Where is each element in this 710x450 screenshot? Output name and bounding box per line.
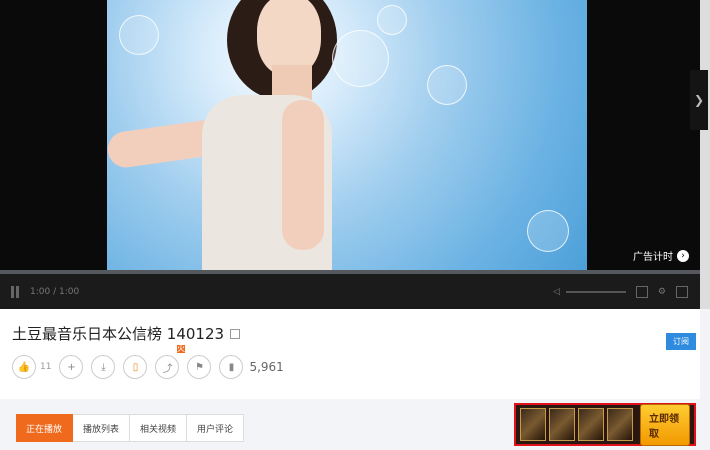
settings-icon[interactable]: ⚙ bbox=[658, 287, 666, 297]
ad-timer-watermark: 广告计时 › bbox=[633, 248, 689, 263]
like-count: 11 bbox=[40, 362, 52, 372]
video-info-panel: 土豆最音乐日本公信榜 140123 👍 11 + ⤓ ▯ ⤴ ⚑ ▮ 5,961… bbox=[0, 309, 700, 399]
tab-comments[interactable]: 用户评论 bbox=[187, 414, 245, 442]
video-title: 土豆最音乐日本公信榜 140123 bbox=[12, 325, 225, 343]
ad-image bbox=[549, 408, 575, 441]
content-tabs: 正在播放 播放列表 相关视频 用户评论 bbox=[16, 414, 245, 442]
video-player[interactable]: 广告计时 › 1:00 / 1:00 ◁ ⚙ bbox=[0, 0, 700, 309]
tab-related[interactable]: 相关视频 bbox=[130, 414, 188, 442]
side-divider bbox=[700, 0, 710, 309]
mobile-icon[interactable]: ▯ bbox=[123, 355, 148, 379]
action-bar: 👍 11 + ⤓ ▯ ⤴ ⚑ ▮ 5,961 bbox=[12, 355, 284, 379]
time-display: 1:00 / 1:00 bbox=[30, 286, 80, 297]
ad-claim-button[interactable]: 立即领取 bbox=[640, 403, 690, 446]
ad-image bbox=[578, 408, 604, 441]
stats-icon[interactable]: ▮ bbox=[219, 355, 244, 379]
video-title-row: 土豆最音乐日本公信榜 140123 bbox=[12, 323, 241, 344]
volume-icon[interactable]: ◁ bbox=[553, 287, 560, 297]
video-content-arm bbox=[282, 100, 324, 250]
download-icon[interactable]: ⤓ bbox=[91, 355, 116, 379]
ad-image bbox=[520, 408, 546, 441]
volume-slider[interactable] bbox=[565, 290, 626, 293]
bubble bbox=[527, 210, 569, 252]
arrow-right-icon[interactable]: › bbox=[677, 249, 689, 262]
hot-badge: 火 bbox=[177, 344, 185, 353]
ad-image bbox=[607, 408, 633, 441]
pause-icon[interactable] bbox=[10, 285, 20, 298]
share-icon[interactable]: ⤴ bbox=[155, 355, 180, 379]
like-icon[interactable]: 👍 bbox=[12, 355, 36, 379]
player-controls: 1:00 / 1:00 ◁ ⚙ bbox=[0, 274, 700, 309]
quality-icon[interactable] bbox=[635, 285, 648, 298]
view-count: 5,961 bbox=[249, 360, 284, 374]
subscribe-button[interactable]: 订阅 bbox=[666, 333, 696, 350]
fullscreen-icon[interactable] bbox=[676, 285, 688, 298]
tab-now-playing[interactable]: 正在播放 bbox=[16, 414, 74, 442]
copy-icon[interactable] bbox=[230, 328, 241, 339]
bubble bbox=[377, 5, 407, 35]
volume-control[interactable]: ◁ bbox=[553, 287, 626, 297]
add-icon[interactable]: + bbox=[59, 355, 84, 379]
bubble bbox=[332, 30, 389, 87]
tab-playlist[interactable]: 播放列表 bbox=[73, 414, 131, 442]
report-flag-icon[interactable]: ⚑ bbox=[187, 355, 212, 379]
video-frame[interactable] bbox=[107, 0, 587, 274]
bubble bbox=[427, 65, 467, 105]
bubble bbox=[119, 15, 159, 55]
watermark-text: 广告计时 bbox=[633, 252, 673, 263]
chevron-right-icon: ❯ bbox=[693, 93, 705, 107]
game-ad-banner[interactable]: 立即领取 bbox=[514, 403, 696, 446]
collapse-sidebar-button[interactable]: ❯ bbox=[690, 70, 708, 130]
